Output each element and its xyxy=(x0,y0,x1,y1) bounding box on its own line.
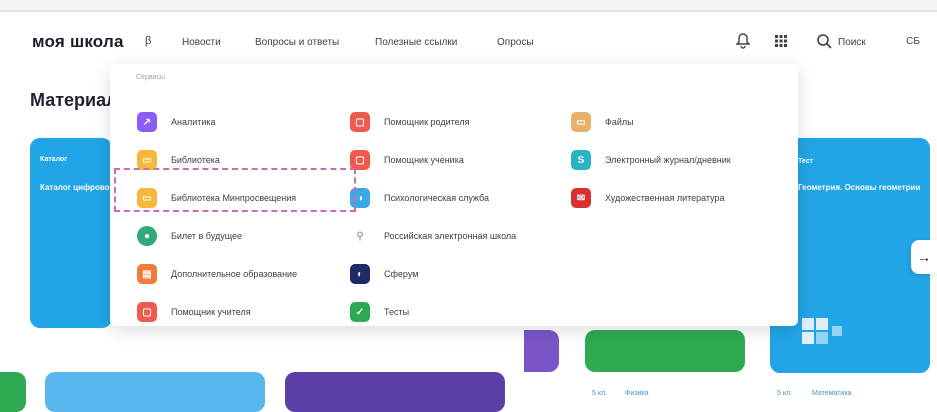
service-fiction[interactable]: ✉ Художественная литература xyxy=(571,187,725,209)
nav-news[interactable]: Новости xyxy=(182,37,221,48)
teacher-helper-icon: ▢ xyxy=(137,302,157,322)
card-grade: 5 кл. xyxy=(777,390,793,397)
card-grade: 5 кл. xyxy=(592,390,608,397)
dark-purple-card[interactable] xyxy=(285,372,505,412)
beta-badge: β xyxy=(145,35,152,47)
analytics-icon: ↗ xyxy=(137,112,157,132)
purple-card[interactable] xyxy=(524,330,559,372)
service-label: Помощник родителя xyxy=(384,117,470,127)
green-card[interactable] xyxy=(585,330,745,372)
service-label: Билет в будущее xyxy=(171,231,243,241)
service-ticket-future[interactable]: ● Билет в будущее xyxy=(137,225,242,247)
cubes-icon xyxy=(802,318,842,344)
service-res[interactable]: ⚲ Российская электронная школа xyxy=(350,225,516,247)
bell-icon[interactable] xyxy=(732,30,754,52)
card-subject: Математика xyxy=(812,390,852,397)
service-label: Электронный журнал/дневник xyxy=(605,155,731,165)
catalog-card-text: Каталог цифрового образовательного конте… xyxy=(40,183,112,192)
service-additional-education[interactable]: ▤ Дополнительное образование xyxy=(137,263,297,285)
service-label: Файлы xyxy=(605,117,634,127)
catalog-card[interactable]: Каталог Каталог цифрового образовательно… xyxy=(30,138,112,328)
fiction-icon: ✉ xyxy=(571,188,591,208)
service-tests[interactable]: ✓ Тесты xyxy=(350,301,409,323)
sferum-icon: ◐ xyxy=(350,264,370,284)
parent-helper-icon: ▢ xyxy=(350,112,370,132)
service-parent-helper[interactable]: ▢ Помощник родителя xyxy=(350,111,469,133)
service-student-helper[interactable]: ▢ Помощник ученика xyxy=(350,149,464,171)
files-icon: ▭ xyxy=(571,112,591,132)
services-heading: Сервисы xyxy=(136,74,166,81)
service-journal[interactable]: S Электронный журнал/дневник xyxy=(571,149,731,171)
service-label: Дополнительное образование xyxy=(171,269,298,279)
service-label: Аналитика xyxy=(171,117,216,127)
service-label: Библиотека xyxy=(171,155,220,165)
catalog-card-tag: Каталог xyxy=(40,156,68,163)
geometry-card-tag: Тест xyxy=(798,158,814,165)
service-psychology[interactable]: ◑ Психологическая служба xyxy=(350,187,489,209)
service-label: Психологическая служба xyxy=(384,193,490,203)
next-arrow-icon[interactable]: → xyxy=(911,240,937,274)
avatar[interactable]: СБ xyxy=(899,30,927,52)
geometry-card-text: Геометрия. Основы геометрии xyxy=(798,183,921,192)
top-divider xyxy=(0,0,937,12)
service-label: Сферум xyxy=(384,269,419,279)
service-teacher-helper[interactable]: ▢ Помощник учителя xyxy=(137,301,251,323)
page-title: Материал xyxy=(30,90,118,110)
service-files[interactable]: ▭ Файлы xyxy=(571,111,634,133)
service-sferum[interactable]: ◐ Сферум xyxy=(350,263,418,285)
student-helper-icon: ▢ xyxy=(350,150,370,170)
education-icon: ▤ xyxy=(137,264,157,284)
logo[interactable]: моя школа xyxy=(32,32,124,52)
green-card-left[interactable] xyxy=(0,372,26,412)
library-icon: ▭ xyxy=(137,150,157,170)
service-label: Помощник ученика xyxy=(384,155,464,165)
nav-polls[interactable]: Опросы xyxy=(497,37,534,48)
ticket-icon: ● xyxy=(137,226,157,246)
card-subject: Физика xyxy=(625,390,649,397)
service-label: Художественная литература xyxy=(605,193,725,203)
nav-faq[interactable]: Вопросы и ответы xyxy=(255,37,339,48)
tests-icon: ✓ xyxy=(350,302,370,322)
service-label: Помощник учителя xyxy=(171,307,251,317)
service-label: Тесты xyxy=(384,307,410,317)
search-icon[interactable] xyxy=(813,30,835,52)
res-icon: ⚲ xyxy=(350,226,370,246)
blue-card[interactable] xyxy=(45,372,265,412)
service-label: Российская электронная школа xyxy=(384,231,517,241)
journal-icon: S xyxy=(571,150,591,170)
search-label[interactable]: Поиск xyxy=(838,37,866,48)
nav-useful-links[interactable]: Полезные ссылки xyxy=(375,37,457,48)
apps-grid-icon[interactable] xyxy=(770,30,792,52)
header: моя школа β Новости Вопросы и ответы Пол… xyxy=(0,12,937,70)
service-analytics[interactable]: ↗ Аналитика xyxy=(137,111,216,133)
highlight-box xyxy=(114,168,356,212)
